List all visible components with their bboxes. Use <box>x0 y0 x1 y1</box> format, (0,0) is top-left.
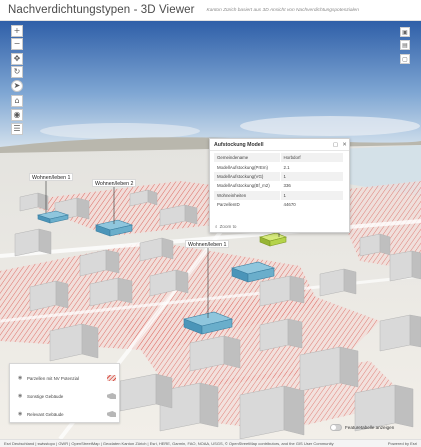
app-header: Nachverdichtungstypen - 3D Viewer Kanton… <box>0 0 421 21</box>
eye-icon[interactable]: ◉ <box>18 393 27 399</box>
locate-icon[interactable]: ◉ <box>11 109 23 121</box>
powered-by-link[interactable]: Powered by Esri <box>384 440 417 447</box>
zoom-to-label: Zoom to <box>219 224 237 229</box>
table-row: Gemeindename Horbdorf <box>214 153 343 163</box>
attribute-value: 336 <box>283 183 291 189</box>
popup-header: Aufstockung Modell ▢ ✕ <box>210 139 349 151</box>
map-label[interactable]: Wohnen/leben 1 <box>29 173 74 181</box>
legend-swatch <box>107 393 116 399</box>
attribute-value: 1 <box>280 190 343 200</box>
app-title: Nachverdichtungstypen - 3D Viewer <box>8 4 195 16</box>
legend-label: Sonstige Gebäude <box>27 393 64 399</box>
attribute-value: 1 <box>280 171 343 182</box>
map-label[interactable]: Wohnen/leben 2 <box>92 179 137 187</box>
legend-swatch <box>107 375 116 381</box>
list-icon[interactable]: ☰ <box>11 123 23 135</box>
legend-label: Parzellen mit NV Potenzial <box>27 375 79 381</box>
eye-icon[interactable]: ◉ <box>18 375 27 381</box>
attribute-key: ParzellenID <box>214 199 281 210</box>
legend-item-relevant-buildings[interactable]: ◉ Relevant Gebäude <box>18 409 116 419</box>
zoom-to-button[interactable]: ⌕ Zoom to <box>215 224 236 229</box>
save-icon[interactable]: ▣ <box>400 27 410 37</box>
feature-popup: Aufstockung Modell ▢ ✕ Gemeindename Horbd… <box>209 138 350 233</box>
legend-item-parcels[interactable]: ◉ Parzellen mit NV Potenzial <box>18 373 116 383</box>
table-row: ParzellenID 44670 <box>214 199 343 210</box>
legend-label: Relevant Gebäude <box>27 411 64 417</box>
table-row: Wohneinheiten 1 <box>214 190 343 200</box>
close-icon[interactable]: ✕ <box>340 142 349 148</box>
attribution-bar: Esri Deutschland | swisstopo | GWR | Ope… <box>0 439 421 447</box>
rotate-icon[interactable]: ↻ <box>11 66 23 78</box>
zoom-in-button[interactable]: + <box>11 25 23 37</box>
attribute-value: Horbdorf <box>280 153 343 163</box>
home-icon[interactable]: ⌂ <box>11 95 23 107</box>
feature-table-toggle[interactable]: Featuretabelle anzeigen <box>330 423 394 432</box>
toggle-knob <box>331 425 336 430</box>
table-row: ModellAufstockung(VG) 1 <box>214 171 343 182</box>
zoom-out-button[interactable]: − <box>11 38 23 50</box>
attribute-key: ModellAufstockung(PrEm) <box>214 162 281 172</box>
print-icon[interactable]: ▤ <box>400 40 410 50</box>
table-row: ModellAufstockung(PrEm) 2.1 <box>214 162 343 172</box>
table-row: ModellAufstockung(Bf_m2) 336 <box>214 181 343 191</box>
compass-icon[interactable]: ➤ <box>11 80 23 92</box>
info-icon[interactable]: ▢ <box>400 54 410 64</box>
attribute-key: ModellAufstockung(VG) <box>214 171 281 182</box>
attribution-text: Esri Deutschland | swisstopo | GWR | Ope… <box>4 441 334 446</box>
eye-icon[interactable]: ◉ <box>18 411 27 417</box>
app-subtitle: Kanton Zürich basiert aus 3D Ansicht von… <box>206 7 359 13</box>
legend-item-other-buildings[interactable]: ◉ Sonstige Gebäude <box>18 391 116 401</box>
attribute-value: 44670 <box>283 202 296 208</box>
dock-icon[interactable]: ▢ <box>331 142 340 148</box>
attribute-table: Gemeindename Horbdorf ModellAufstockung(P… <box>214 153 343 210</box>
toggle-label: Featuretabelle anzeigen <box>345 425 395 430</box>
popup-title: Aufstockung Modell <box>214 141 264 148</box>
layer-legend: ◉ Parzellen mit NV Potenzial ◉ Sonstige … <box>9 363 120 423</box>
attribute-value: 2.1 <box>283 164 290 170</box>
magnifier-icon: ⌕ <box>215 224 218 229</box>
attribute-key: Gemeindename <box>214 153 281 163</box>
attribute-key: Wohneinheiten <box>214 190 281 200</box>
app-window: Nachverdichtungstypen - 3D Viewer Kanton… <box>0 0 421 447</box>
toggle-switch[interactable] <box>330 424 342 431</box>
legend-swatch <box>107 411 116 417</box>
map-label[interactable]: Wohnen/leben 1 <box>185 240 230 248</box>
pan-icon[interactable]: ✥ <box>11 53 23 65</box>
attribute-key: ModellAufstockung(Bf_m2) <box>214 181 281 191</box>
